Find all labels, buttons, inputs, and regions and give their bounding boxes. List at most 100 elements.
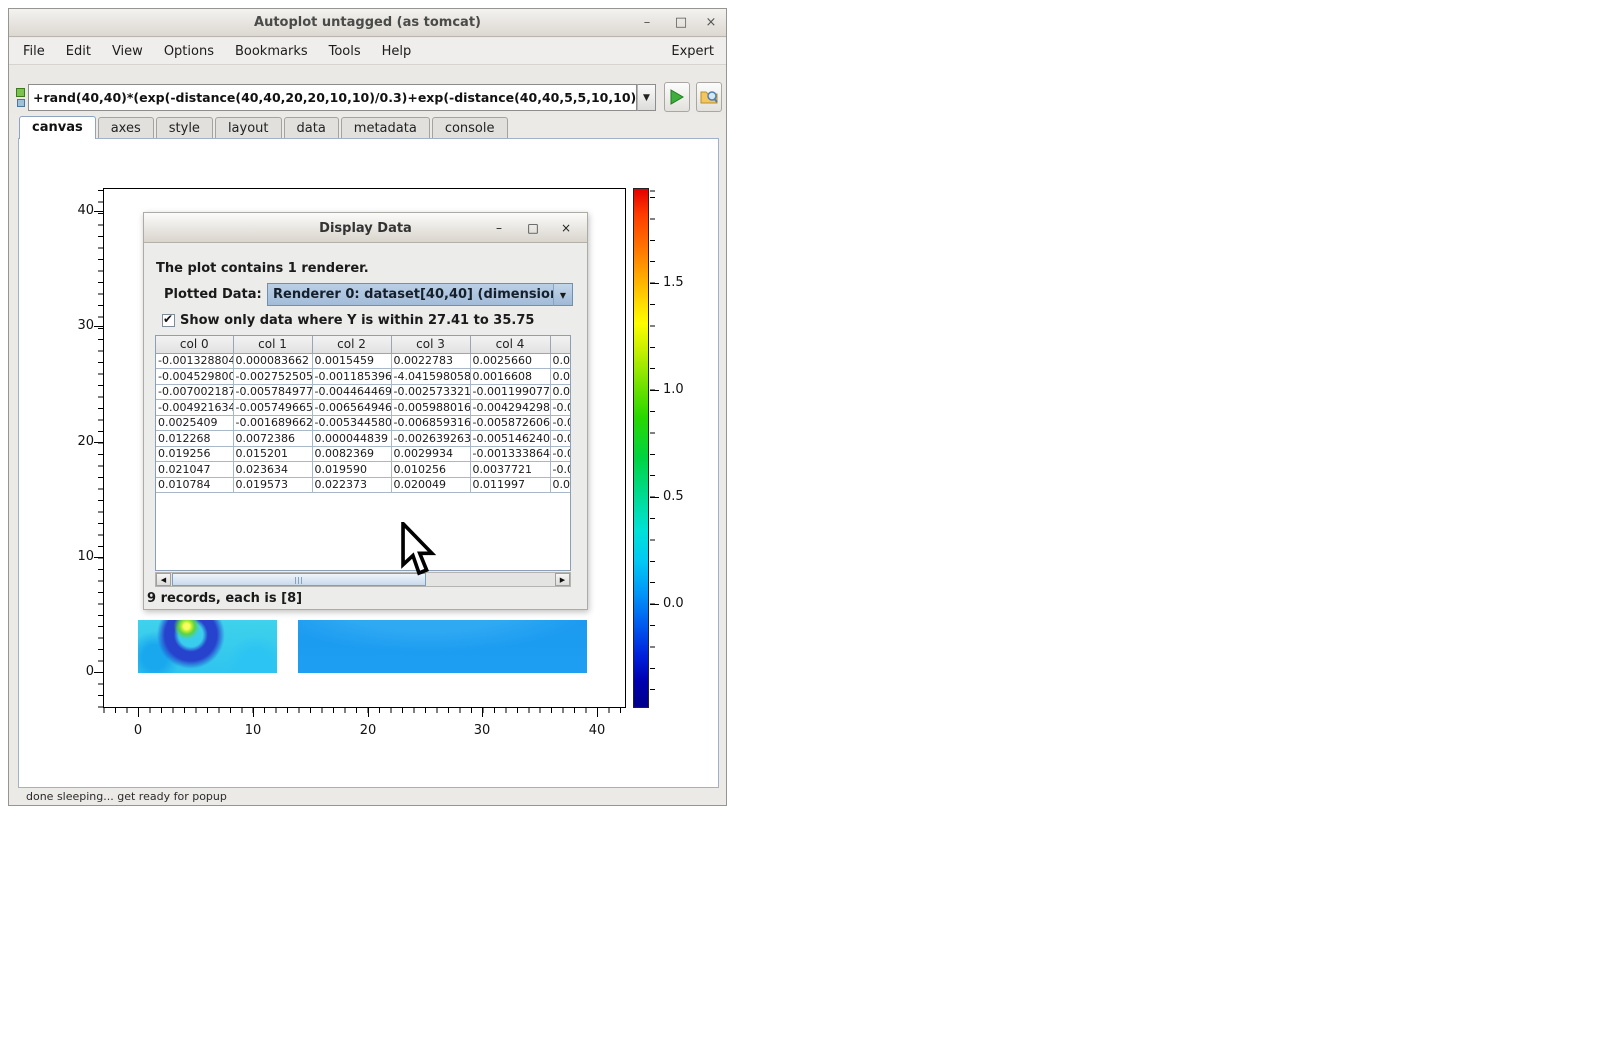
dialog-close-icon[interactable]: × (556, 219, 576, 237)
table-cell[interactable]: 0.000083662 (233, 353, 312, 369)
table-cell[interactable]: -0.0 (550, 415, 571, 431)
table-cell[interactable]: 0.021047 (156, 462, 233, 478)
table-cell[interactable]: 0.015201 (233, 446, 312, 462)
table-cell[interactable]: -0.005749665... (233, 400, 312, 416)
table-cell[interactable]: -0.005784977... (233, 384, 312, 400)
menu-view[interactable]: View (112, 44, 143, 59)
scroll-left-icon[interactable]: ◀ (156, 573, 171, 586)
table-cell[interactable]: 0.019256 (156, 446, 233, 462)
table-cell[interactable]: -0.0 (550, 446, 571, 462)
uri-input[interactable]: +rand(40,40)*(exp(-distance(40,40,20,20,… (28, 84, 637, 111)
menu-bookmarks[interactable]: Bookmarks (235, 44, 308, 59)
table-cell[interactable]: 0.0082369 (312, 446, 391, 462)
table-cell[interactable]: 0.00 (550, 477, 571, 493)
table-cell[interactable]: 0.0072386 (233, 431, 312, 447)
table-cell[interactable]: 0.011997 (470, 477, 550, 493)
tab-data[interactable]: data (284, 117, 339, 139)
table-cell[interactable]: 0.012268 (156, 431, 233, 447)
tab-layout[interactable]: layout (215, 117, 282, 139)
tab-style[interactable]: style (156, 117, 213, 139)
table-col-header[interactable]: col 1 (233, 336, 312, 353)
menu-expert[interactable]: Expert (671, 44, 714, 59)
spectrogram-blob[interactable] (138, 620, 277, 673)
table-cell[interactable]: -0.001328804... (156, 353, 233, 369)
horizontal-scrollbar[interactable]: ◀ ▶ (155, 572, 571, 587)
table-cell[interactable]: 0.0025409 (156, 415, 233, 431)
table-cell[interactable]: -0.004921634... (156, 400, 233, 416)
plot-go-button[interactable] (664, 82, 690, 112)
table-cell[interactable]: 0.00 (550, 369, 571, 385)
table-cell[interactable]: -0.007002187... (156, 384, 233, 400)
spectrogram-background[interactable] (298, 620, 587, 673)
dialog-minimize-icon[interactable]: – (489, 219, 509, 237)
table-cell[interactable]: 0.019573 (233, 477, 312, 493)
table-cell[interactable]: -0.001185396... (312, 369, 391, 385)
dialog-titlebar[interactable]: Display Data – □ × (144, 213, 587, 243)
table-col-header[interactable]: col 4 (470, 336, 550, 353)
menu-edit[interactable]: Edit (66, 44, 91, 59)
colorbar[interactable] (633, 188, 649, 708)
filter-checkbox[interactable]: ✔ (162, 314, 175, 327)
table-cell[interactable]: -0.004529800... (156, 369, 233, 385)
table-cell[interactable]: -0.002573321... (391, 384, 470, 400)
table-cell[interactable]: -4.041598058... (391, 369, 470, 385)
plotted-data-select[interactable]: Renderer 0: dataset[40,40] (dimension... (267, 283, 573, 306)
table-cell[interactable]: 0.0022783 (391, 353, 470, 369)
table-cell[interactable]: -0.001199077... (470, 384, 550, 400)
table-cell[interactable]: -0.004294298... (470, 400, 550, 416)
filter-checkbox-label[interactable]: Show only data where Y is within 27.41 t… (180, 313, 534, 328)
table-cell[interactable]: 0.010256 (391, 462, 470, 478)
table-cell[interactable]: -0.005988016... (391, 400, 470, 416)
table-col-header[interactable]: col 2 (312, 336, 391, 353)
maximize-icon[interactable]: □ (670, 13, 692, 33)
uri-history-dropdown[interactable]: ▼ (637, 84, 656, 111)
table-cell[interactable]: -0.001333864... (470, 446, 550, 462)
table-cell[interactable]: 0.0037721 (470, 462, 550, 478)
table-cell[interactable]: 0.023634 (233, 462, 312, 478)
close-icon[interactable]: × (700, 13, 722, 33)
window-titlebar[interactable]: Autoplot untagged (as tomcat) – □ × (9, 9, 726, 37)
table-cell[interactable]: 0.020049 (391, 477, 470, 493)
table-cell[interactable]: 0.000044839 (312, 431, 391, 447)
combo-chevron-down-icon[interactable]: ▼ (553, 283, 573, 306)
tab-metadata[interactable]: metadata (341, 117, 430, 139)
menu-help[interactable]: Help (382, 44, 412, 59)
table-cell[interactable]: 0.0015459 (312, 353, 391, 369)
tab-axes[interactable]: axes (98, 117, 154, 139)
table-cell[interactable]: -0.005344580... (312, 415, 391, 431)
table-cell[interactable]: 0.019590 (312, 462, 391, 478)
table-cell[interactable]: -0.0 (550, 462, 571, 478)
data-table-viewport[interactable]: col 0col 1col 2col 3col 4 -0.001328804..… (155, 335, 571, 571)
table-cell[interactable]: -0.006859316... (391, 415, 470, 431)
table-cell[interactable]: -0.005872606... (470, 415, 550, 431)
table-col-header[interactable]: col 0 (156, 336, 233, 353)
table-cell[interactable]: -0.002752505... (233, 369, 312, 385)
minimize-icon[interactable]: – (636, 13, 658, 33)
table-col-header[interactable] (550, 336, 571, 353)
table-cell[interactable]: -0.004464469... (312, 384, 391, 400)
table-cell[interactable]: 0.022373 (312, 477, 391, 493)
table-cell[interactable]: 0.0016608 (470, 369, 550, 385)
tab-console[interactable]: console (432, 117, 508, 139)
dialog-maximize-icon[interactable]: □ (523, 219, 543, 237)
table-cell[interactable]: -0.0 (550, 400, 571, 416)
scrollbar-thumb[interactable] (172, 573, 426, 586)
table-cell[interactable]: 0.010784 (156, 477, 233, 493)
table-cell[interactable]: -0.001689662... (233, 415, 312, 431)
table-cell[interactable]: -0.005146240... (470, 431, 550, 447)
menu-options[interactable]: Options (164, 44, 214, 59)
table-cell[interactable]: 0.0025660 (470, 353, 550, 369)
inspect-uri-button[interactable] (696, 82, 722, 112)
table-cell[interactable]: 0.00 (550, 353, 571, 369)
scroll-right-icon[interactable]: ▶ (555, 573, 570, 586)
table-cell[interactable]: 0.0029934 (391, 446, 470, 462)
table-cell[interactable]: -0.002639263... (391, 431, 470, 447)
menu-tools[interactable]: Tools (329, 44, 361, 59)
table-cell[interactable]: 0.00 (550, 384, 571, 400)
table-cell[interactable]: -0.006564946... (312, 400, 391, 416)
menu-file[interactable]: File (23, 44, 45, 59)
table-cell[interactable]: -0.0 (550, 431, 571, 447)
tab-canvas[interactable]: canvas (19, 116, 96, 139)
table-col-header[interactable]: col 3 (391, 336, 470, 353)
colorbar-major-tick (650, 604, 659, 605)
